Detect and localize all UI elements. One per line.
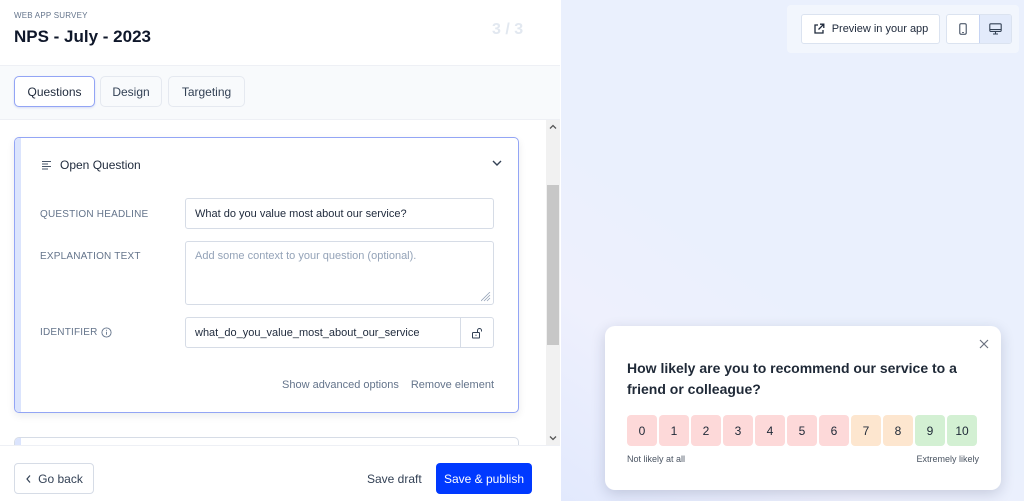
next-question-card[interactable] (14, 437, 519, 445)
explanation-placeholder: Add some context to your question (optio… (195, 250, 417, 262)
scroll-up-arrow[interactable] (546, 120, 560, 134)
card-drag-handle[interactable] (15, 138, 21, 412)
unlock-identifier-button[interactable] (460, 318, 493, 347)
headline-input[interactable]: What do you value most about our service… (185, 198, 494, 229)
tab-targeting[interactable]: Targeting (168, 76, 245, 107)
preview-toolbar: Preview in your app (787, 5, 1019, 53)
question-card[interactable]: Open Question QUESTION HEADLINE What do … (14, 137, 519, 413)
external-link-icon (814, 23, 825, 34)
close-icon[interactable] (979, 339, 989, 349)
nps-option-0[interactable]: 0 (627, 415, 657, 446)
questions-list: Open Question QUESTION HEADLINE What do … (0, 120, 560, 445)
nps-option-8[interactable]: 8 (883, 415, 913, 446)
explanation-textarea[interactable]: Add some context to your question (optio… (185, 241, 494, 305)
show-advanced-options-link[interactable]: Show advanced options (282, 379, 399, 391)
unlock-icon (472, 327, 482, 338)
preview-in-app-button[interactable]: Preview in your app (801, 14, 940, 44)
nps-option-5[interactable]: 5 (787, 415, 817, 446)
nps-option-7[interactable]: 7 (851, 415, 881, 446)
nps-option-10[interactable]: 10 (947, 415, 977, 446)
resize-handle-icon[interactable] (481, 292, 491, 302)
survey-preview-card: How likely are you to recommend our serv… (605, 326, 1001, 490)
tab-bar: Questions Design Targeting (0, 66, 560, 120)
nps-option-6[interactable]: 6 (819, 415, 849, 446)
chevron-down-icon (549, 436, 557, 441)
device-toggle (946, 14, 1012, 44)
scrollbar[interactable] (546, 120, 560, 445)
chevron-left-icon (26, 474, 31, 483)
identifier-input[interactable]: what_do_you_value_most_about_our_service (185, 317, 494, 348)
high-scale-label: Extremely likely (916, 454, 979, 464)
tab-questions[interactable]: Questions (14, 76, 95, 107)
explanation-label: EXPLANATION TEXT (40, 251, 141, 262)
nps-option-3[interactable]: 3 (723, 415, 753, 446)
editor-pane: WEB APP SURVEY NPS - July - 2023 3 / 3 Q… (0, 0, 560, 501)
nps-scale: 0 1 2 3 4 5 6 7 8 9 10 (627, 415, 977, 446)
tab-design[interactable]: Design (100, 76, 162, 107)
go-back-label: Go back (38, 471, 83, 486)
nps-option-1[interactable]: 1 (659, 415, 689, 446)
mobile-icon (959, 23, 967, 35)
editor-footer: Go back Save draft Save & publish (0, 445, 560, 501)
headline-label: QUESTION HEADLINE (40, 209, 149, 220)
chevron-up-icon (549, 124, 557, 129)
question-type-header[interactable]: Open Question (41, 158, 141, 172)
mobile-view-button[interactable] (947, 15, 979, 43)
survey-title: NPS - July - 2023 (14, 27, 152, 46)
survey-type-label: WEB APP SURVEY (14, 11, 88, 20)
preview-pane: Preview in your app How likely are you t… (561, 0, 1024, 501)
desktop-icon (989, 23, 1002, 35)
question-type-label: Open Question (60, 158, 141, 172)
survey-question: How likely are you to recommend our serv… (627, 360, 957, 397)
scrollbar-thumb[interactable] (547, 185, 559, 345)
identifier-label-row: IDENTIFIER (40, 327, 112, 338)
info-icon[interactable] (101, 327, 112, 338)
card-drag-handle[interactable] (15, 438, 21, 445)
preview-in-app-label: Preview in your app (831, 23, 929, 35)
identifier-label: IDENTIFIER (40, 327, 98, 338)
editor-header: WEB APP SURVEY NPS - July - 2023 3 / 3 (0, 0, 560, 66)
nps-option-4[interactable]: 4 (755, 415, 785, 446)
low-scale-label: Not likely at all (627, 454, 686, 464)
card-actions: Show advanced options Remove element (282, 379, 494, 391)
nps-option-9[interactable]: 9 (915, 415, 945, 446)
scroll-down-arrow[interactable] (546, 431, 560, 445)
go-back-button[interactable]: Go back (14, 463, 94, 494)
save-draft-button[interactable]: Save draft (360, 463, 429, 494)
remove-element-link[interactable]: Remove element (411, 379, 494, 391)
step-indicator: 3 / 3 (492, 21, 524, 38)
text-lines-icon (42, 161, 51, 170)
identifier-value: what_do_you_value_most_about_our_service (195, 326, 420, 339)
desktop-view-button[interactable] (978, 15, 1011, 43)
nps-option-2[interactable]: 2 (691, 415, 721, 446)
chevron-down-icon[interactable] (490, 156, 504, 170)
save-publish-button[interactable]: Save & publish (436, 463, 532, 494)
